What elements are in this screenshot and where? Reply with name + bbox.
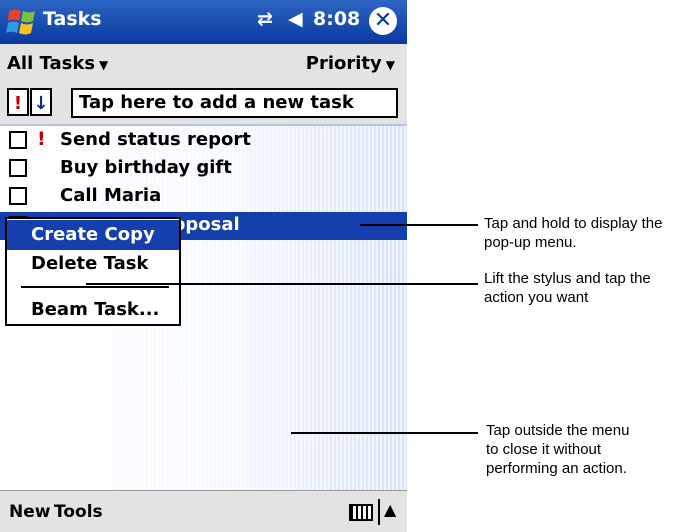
volume-icon[interactable]: ◀ <box>288 8 303 30</box>
context-menu: Create Copy Delete Task Beam Task... <box>5 217 181 326</box>
task-label: Send status report <box>60 129 251 150</box>
filter-bar: All Tasks ▼ Priority ▼ <box>0 44 407 82</box>
task-checkbox[interactable] <box>9 187 27 205</box>
new-menu[interactable]: New <box>9 502 50 522</box>
task-checkbox[interactable] <box>9 159 27 177</box>
create-copy-menu-item[interactable]: Create Copy <box>7 220 179 250</box>
app-title: Tasks <box>43 8 102 30</box>
entry-bar: ! ↓ Tap here to add a new task <box>0 82 407 126</box>
callout-text: Tap outside the menu to close it without… <box>486 422 630 477</box>
priority-button[interactable]: ! <box>7 88 29 116</box>
windows-start-icon[interactable] <box>6 6 38 38</box>
menu-separator <box>21 286 169 288</box>
task-row[interactable]: Buy birthday gift <box>0 155 407 183</box>
callout-line <box>360 224 478 226</box>
sort-label: Priority <box>305 53 382 74</box>
callout-text: Lift the stylus and tap the action you w… <box>484 270 651 306</box>
callout-line <box>86 283 478 285</box>
category-filter-label: All Tasks <box>7 53 96 74</box>
task-label: Call Maria <box>60 185 162 206</box>
menu-bar: New Tools ▲ <box>0 490 407 532</box>
tools-menu[interactable]: Tools <box>54 502 103 522</box>
task-label: oposal <box>173 214 240 235</box>
pocketpc-screen: Tasks ⇄ ◀ 8:08 ✕ All Tasks ▼ Priority ▼ ! … <box>0 0 407 532</box>
divider <box>378 499 380 525</box>
callout-line <box>291 432 478 434</box>
task-row[interactable]: Call Maria <box>0 183 407 211</box>
chevron-down-icon: ▼ <box>385 58 395 72</box>
new-task-input[interactable]: Tap here to add a new task <box>71 88 398 118</box>
task-checkbox[interactable] <box>9 131 27 149</box>
input-panel-arrow-icon[interactable]: ▲ <box>384 500 396 519</box>
category-filter-dropdown[interactable]: All Tasks ▼ <box>7 53 108 74</box>
priority-icon: ! <box>37 128 46 150</box>
callout-text: Tap and hold to display the pop-up menu. <box>484 215 663 251</box>
chevron-down-icon: ▼ <box>99 58 109 72</box>
sort-dropdown[interactable]: Priority ▼ <box>306 53 395 74</box>
keyboard-icon[interactable] <box>349 504 373 521</box>
connectivity-icon[interactable]: ⇄ <box>257 8 273 30</box>
beam-task-menu-item[interactable]: Beam Task... <box>7 295 179 325</box>
task-label: Buy birthday gift <box>60 157 232 178</box>
delete-task-menu-item[interactable]: Delete Task <box>7 249 179 279</box>
sort-direction-button[interactable]: ↓ <box>30 88 52 116</box>
clock[interactable]: 8:08 <box>313 8 360 30</box>
title-bar: Tasks ⇄ ◀ 8:08 ✕ <box>0 0 407 44</box>
close-icon[interactable]: ✕ <box>369 7 397 35</box>
task-row[interactable]: ! Send status report <box>0 127 407 155</box>
